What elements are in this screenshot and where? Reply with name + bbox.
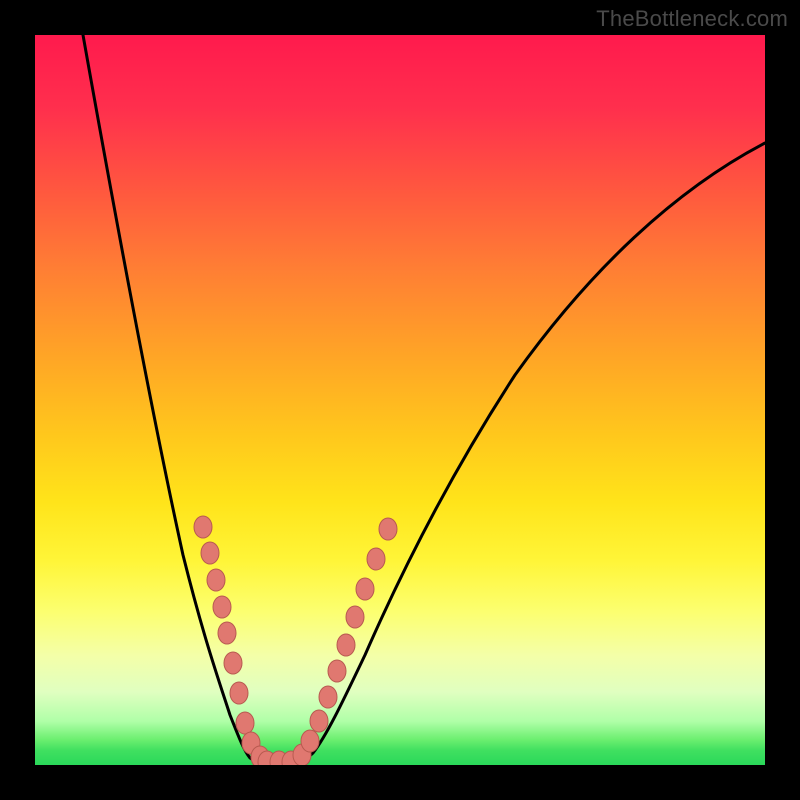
curve-left-curve (83, 35, 271, 763)
marker-group (194, 516, 397, 765)
attribution-text: TheBottleneck.com (596, 6, 788, 32)
data-marker (379, 518, 397, 540)
data-marker (213, 596, 231, 618)
data-marker (218, 622, 236, 644)
data-marker (328, 660, 346, 682)
data-marker (367, 548, 385, 570)
data-marker (319, 686, 337, 708)
data-marker (201, 542, 219, 564)
curve-group (83, 35, 765, 763)
data-marker (230, 682, 248, 704)
data-marker (236, 712, 254, 734)
data-marker (194, 516, 212, 538)
data-marker (207, 569, 225, 591)
data-marker (301, 730, 319, 752)
data-marker (356, 578, 374, 600)
data-marker (310, 710, 328, 732)
data-marker (224, 652, 242, 674)
data-marker (337, 634, 355, 656)
chart-svg (35, 35, 765, 765)
chart-area (35, 35, 765, 765)
curve-right-curve (287, 143, 765, 763)
data-marker (346, 606, 364, 628)
